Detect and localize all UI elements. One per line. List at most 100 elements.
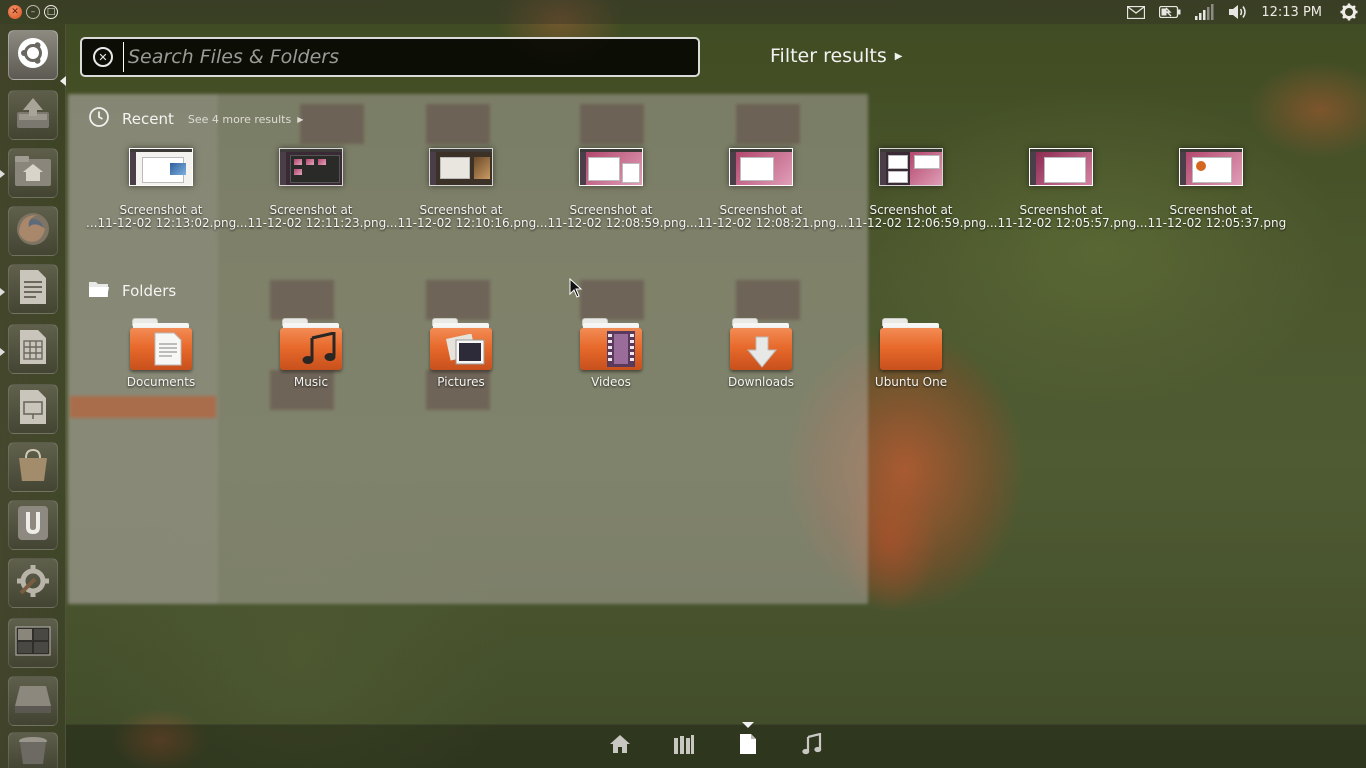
trash-icon bbox=[17, 735, 49, 768]
launcher-item-system-settings[interactable] bbox=[8, 558, 58, 608]
screenshot-thumbnail bbox=[129, 148, 193, 186]
screenshot-thumbnail bbox=[429, 148, 493, 186]
firefox-icon bbox=[15, 211, 51, 251]
folder-icon bbox=[88, 279, 110, 303]
see-more-arrow-icon[interactable]: ▶ bbox=[297, 115, 303, 124]
lens-music[interactable] bbox=[800, 732, 824, 758]
see-more-results-link[interactable]: See 4 more results bbox=[188, 113, 291, 126]
file-name-line2: ...11-12-02 12:08:59.png bbox=[536, 216, 687, 230]
indicator-area: 12:13 PM bbox=[1119, 0, 1366, 24]
recent-file-tile[interactable]: Screenshot at ...11-12-02 12:05:37.png bbox=[1136, 148, 1286, 230]
launcher-item-ubuntu-one[interactable] bbox=[8, 500, 58, 550]
workspace-switcher-icon bbox=[15, 626, 51, 660]
applications-lens-icon bbox=[673, 734, 695, 758]
dash-search-box[interactable]: ✕ bbox=[80, 37, 700, 77]
software-center-icon bbox=[15, 448, 51, 486]
folder-tile[interactable]: Documents bbox=[86, 318, 236, 389]
folder-tile[interactable]: Music bbox=[236, 318, 386, 389]
folder-tile[interactable]: Videos bbox=[536, 318, 686, 389]
folder-label: Downloads bbox=[728, 375, 794, 389]
file-name-line2: ...11-12-02 12:10:16.png bbox=[386, 216, 537, 230]
launcher-item-trash[interactable] bbox=[8, 732, 58, 768]
launcher-item-drive[interactable] bbox=[8, 676, 58, 726]
home-folder-icon bbox=[14, 155, 52, 191]
launcher-item-software-center[interactable] bbox=[8, 442, 58, 492]
battery-icon[interactable] bbox=[1153, 0, 1187, 24]
home-lens-icon bbox=[609, 734, 631, 758]
recent-file-tile[interactable]: Screenshot at ...11-12-02 12:13:02.png bbox=[86, 148, 236, 230]
recent-title: Recent bbox=[122, 110, 174, 128]
session-gear-icon[interactable] bbox=[1332, 0, 1366, 24]
screenshot-thumbnail bbox=[1179, 148, 1243, 186]
pictures-folder-icon bbox=[430, 318, 492, 370]
minimize-icon[interactable]: – bbox=[26, 5, 40, 19]
documents-folder-icon bbox=[130, 318, 192, 370]
drive-icon bbox=[14, 684, 52, 718]
folder-label: Pictures bbox=[437, 375, 485, 389]
filter-results-toggle[interactable]: Filter results ▶ bbox=[770, 45, 902, 67]
lens-files[interactable] bbox=[736, 734, 760, 758]
window-controls: ✕ – □ bbox=[8, 5, 58, 19]
launcher-item-calc[interactable] bbox=[8, 324, 58, 374]
lens-home[interactable] bbox=[608, 734, 632, 758]
expand-arrow-icon: ▶ bbox=[894, 50, 903, 62]
filter-results-label: Filter results bbox=[770, 45, 887, 67]
folder-label: Ubuntu One bbox=[874, 375, 948, 389]
folders-group-header: Folders bbox=[88, 279, 176, 303]
launcher-item-home-folder[interactable] bbox=[8, 148, 58, 198]
mouse-cursor bbox=[569, 277, 583, 302]
screenshot-thumbnail bbox=[879, 148, 943, 186]
recent-file-tile[interactable]: Screenshot at ...11-12-02 12:05:57.png bbox=[986, 148, 1136, 230]
recent-file-tile[interactable]: Screenshot at ...11-12-02 12:10:16.png bbox=[386, 148, 536, 230]
ubuntu-logo-icon bbox=[16, 36, 50, 74]
system-settings-icon bbox=[15, 563, 51, 603]
ubuntu-one-folder-icon bbox=[880, 318, 942, 370]
launcher-item-workspace-switcher[interactable] bbox=[8, 618, 58, 668]
top-panel: ✕ – □ 12:13 PM bbox=[0, 0, 1366, 24]
file-name-line2: ...11-12-02 12:06:59.png bbox=[836, 216, 987, 230]
network-signal-icon[interactable] bbox=[1187, 0, 1221, 24]
recent-file-tile[interactable]: Screenshot at ...11-12-02 12:08:59.png bbox=[536, 148, 686, 230]
lens-bar bbox=[66, 724, 1366, 768]
clock-icon bbox=[88, 106, 110, 132]
launcher-item-firefox[interactable] bbox=[8, 206, 58, 256]
recent-file-tile[interactable]: Screenshot at ...11-12-02 12:08:21.png bbox=[686, 148, 836, 230]
screenshot-thumbnail bbox=[729, 148, 793, 186]
close-icon[interactable]: ✕ bbox=[8, 5, 22, 19]
launcher bbox=[0, 24, 66, 768]
dash-overlay bbox=[66, 24, 1366, 768]
launcher-active-arrow bbox=[60, 76, 66, 86]
system-update-icon bbox=[15, 96, 51, 134]
videos-folder-icon bbox=[580, 318, 642, 370]
running-indicator bbox=[0, 288, 5, 296]
lens-applications[interactable] bbox=[672, 734, 696, 758]
libreoffice-impress-icon bbox=[18, 389, 48, 429]
maximize-icon[interactable]: □ bbox=[44, 5, 58, 19]
music-folder-icon bbox=[280, 318, 342, 370]
panel-clock[interactable]: 12:13 PM bbox=[1255, 5, 1332, 20]
recent-group-header: Recent See 4 more results ▶ bbox=[88, 106, 303, 132]
folder-tile[interactable]: Ubuntu One bbox=[836, 318, 986, 389]
launcher-item-update-manager[interactable] bbox=[8, 90, 58, 140]
clear-search-icon[interactable]: ✕ bbox=[93, 47, 113, 67]
recent-file-tile[interactable]: Screenshot at ...11-12-02 12:11:23.png bbox=[236, 148, 386, 230]
file-name-line2: ...11-12-02 12:11:23.png bbox=[236, 216, 387, 230]
libreoffice-calc-icon bbox=[18, 329, 48, 369]
search-input[interactable] bbox=[123, 42, 698, 72]
mail-icon[interactable] bbox=[1119, 0, 1153, 24]
volume-icon[interactable] bbox=[1221, 0, 1255, 24]
dash-home-button[interactable] bbox=[8, 30, 58, 80]
active-lens-indicator bbox=[742, 722, 754, 728]
running-indicator bbox=[0, 170, 5, 178]
folder-label: Documents bbox=[126, 375, 196, 389]
launcher-item-impress[interactable] bbox=[8, 384, 58, 434]
recent-file-tile[interactable]: Screenshot at ...11-12-02 12:06:59.png bbox=[836, 148, 986, 230]
file-name-line2: ...11-12-02 12:05:37.png bbox=[1136, 216, 1287, 230]
running-indicator bbox=[0, 348, 5, 356]
folder-tile[interactable]: Downloads bbox=[686, 318, 836, 389]
screenshot-thumbnail bbox=[579, 148, 643, 186]
folders-title: Folders bbox=[122, 282, 177, 300]
files-lens-icon bbox=[739, 733, 757, 759]
launcher-item-writer[interactable] bbox=[8, 264, 58, 314]
folder-tile[interactable]: Pictures bbox=[386, 318, 536, 389]
